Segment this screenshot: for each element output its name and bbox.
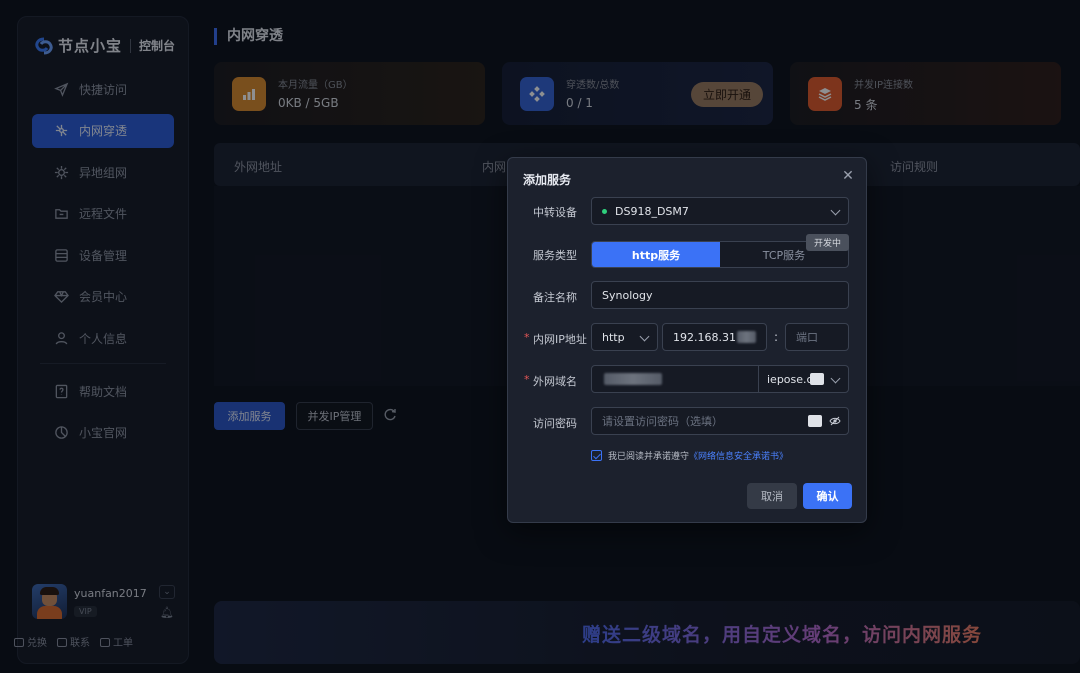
domain-suffix-value: iepose.c [767,372,813,386]
relay-device-select[interactable]: DS918_DSM7 [591,197,849,225]
password-manager-icon[interactable] [810,373,824,385]
agreement-text: 我已阅读并承诺遵守《网络信息安全承诺书》 [608,449,788,462]
agreement-checkbox[interactable] [591,450,602,461]
http-service-option[interactable]: http服务 [592,242,720,267]
protocol-value: http [602,330,625,344]
chevron-down-icon [639,331,650,342]
password-manager-icon[interactable] [808,415,822,427]
redacted-blur [736,331,756,343]
eye-off-icon[interactable] [829,415,841,427]
external-domain-label: * 外网域名 [524,373,577,389]
password-placeholder: 请设置访问密码（选填） [602,415,723,428]
confirm-button[interactable]: 确认 [803,483,852,509]
intranet-ip-label: * 内网IP地址 [524,331,587,347]
agreement-row: 我已阅读并承诺遵守《网络信息安全承诺书》 [591,449,788,462]
port-separator: : [774,330,779,344]
redacted-blur [604,373,662,385]
required-mark: * [524,373,530,386]
subdomain-input[interactable] [591,365,759,393]
dialog-title: 添加服务 [523,173,572,187]
required-mark: * [524,331,530,344]
agreement-prefix: 我已阅读并承诺遵守 [608,452,690,462]
intranet-ip-value: 192.168.31 [673,330,736,344]
add-service-dialog: 添加服务 ✕ 中转设备 DS918_DSM7 服务类型 http服务 TCP服务… [507,157,867,523]
service-type-label: 服务类型 [533,249,577,262]
relay-device-label: 中转设备 [533,206,577,219]
note-name-input[interactable]: Synology [591,281,849,309]
domain-suffix-select[interactable]: iepose.c [758,365,849,393]
intranet-ip-label-text: 内网IP地址 [533,333,587,346]
agreement-link[interactable]: 《网络信息安全承诺书》 [689,452,788,462]
intranet-ip-input[interactable]: 192.168.31 [662,323,767,351]
online-dot [602,208,607,214]
chevron-down-icon [830,205,841,216]
note-name-label: 备注名称 [533,291,577,304]
external-domain-label-text: 外网域名 [533,375,577,388]
access-password-input[interactable]: 请设置访问密码（选填） [591,407,849,435]
protocol-select[interactable]: http [591,323,658,351]
cancel-button[interactable]: 取消 [747,483,797,509]
close-icon[interactable]: ✕ [841,169,855,183]
note-name-value: Synology [602,288,653,302]
chevron-down-icon [830,373,841,384]
in-development-badge: 开发中 [806,234,850,251]
port-placeholder: 端口 [796,331,818,344]
port-input[interactable]: 端口 [785,323,849,351]
access-password-label: 访问密码 [533,417,577,430]
relay-device-value: DS918_DSM7 [615,204,689,218]
